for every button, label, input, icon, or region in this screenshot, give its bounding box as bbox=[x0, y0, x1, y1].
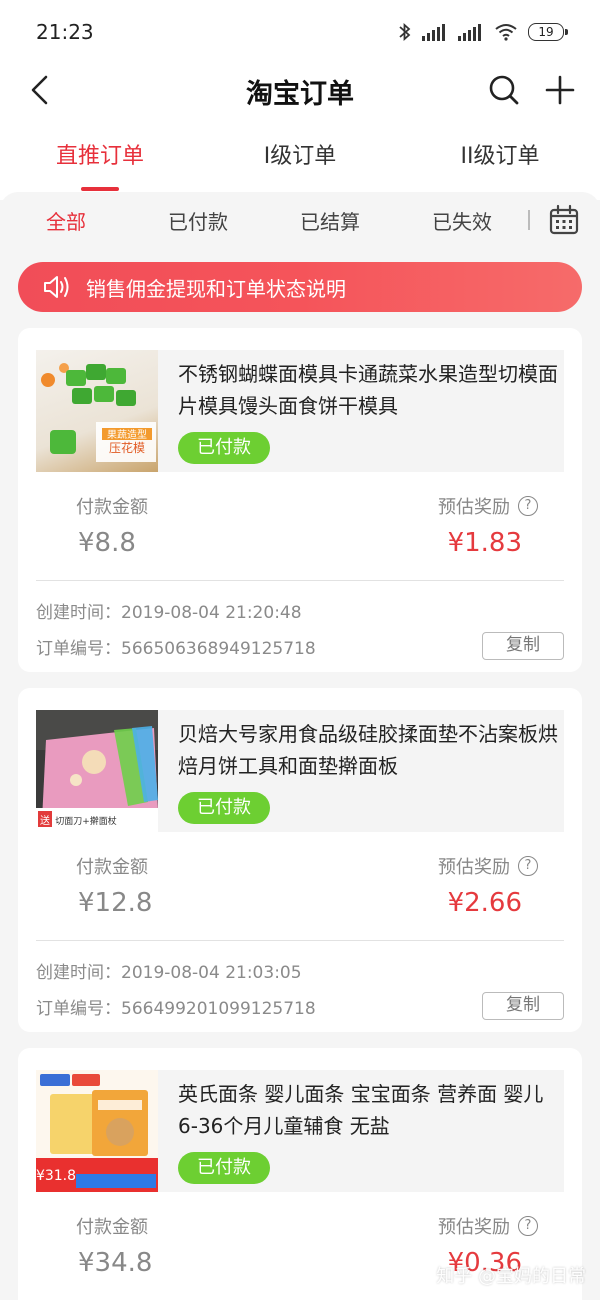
pay-amount-label: 付款金额 bbox=[76, 497, 148, 518]
add-button[interactable] bbox=[540, 70, 580, 110]
thumb-price-text: ¥31.8 bbox=[36, 1168, 76, 1184]
pay-amount-value: ¥8.8 bbox=[78, 528, 136, 558]
svg-text:压花模: 压花模 bbox=[109, 440, 145, 455]
wifi-icon bbox=[495, 24, 517, 41]
search-icon bbox=[489, 75, 519, 105]
back-button[interactable] bbox=[20, 70, 60, 110]
filter-paid[interactable]: 已付款 bbox=[132, 206, 264, 235]
est-reward-label-group: 预估奖励 ? bbox=[438, 853, 538, 879]
pay-amount-label: 付款金额 bbox=[76, 1217, 148, 1238]
product-title: 贝焙大号家用食品级硅胶揉面垫不沾案板烘焙月饼工具和面垫擀面板 bbox=[178, 722, 558, 778]
signal-icon bbox=[422, 24, 445, 41]
reward-value: ¥1.83 bbox=[447, 528, 522, 558]
product-thumbnail: 送 切面刀+擀面杖 bbox=[36, 710, 158, 832]
order-card: 压花模 果蔬造型 不锈钢蝴蝶面模具卡通蔬菜水果造型切模面片模具馒头面食饼干模具 … bbox=[18, 328, 582, 672]
svg-text:送: 送 bbox=[40, 814, 50, 827]
filter-expired[interactable]: 已失效 bbox=[396, 206, 528, 235]
tab-level2-orders[interactable]: II级订单 bbox=[400, 135, 600, 191]
notice-text: 销售佣金提现和订单状态说明 bbox=[86, 276, 346, 301]
status-time: 21:23 bbox=[36, 20, 94, 44]
pay-amount-label: 付款金额 bbox=[76, 857, 148, 878]
help-icon[interactable]: ? bbox=[518, 1216, 538, 1236]
created-time: 创建时间：2019-08-04 21:03:05 bbox=[36, 963, 302, 983]
nav-bar: 淘宝订单 bbox=[0, 60, 600, 120]
tab-direct-orders[interactable]: 直推订单 bbox=[0, 135, 200, 191]
signal-icon-2 bbox=[458, 24, 481, 41]
product-row[interactable]: 送 切面刀+擀面杖 贝焙大号家用食品级硅胶揉面垫不沾案板烘焙月饼工具和面垫擀面板… bbox=[36, 710, 564, 832]
est-reward-label-group: 预估奖励 ? bbox=[438, 1213, 538, 1239]
product-row[interactable]: ¥31.8 英氏面条 婴儿面条 宝宝面条 营养面 婴儿 6-36个月儿童辅食 无… bbox=[36, 1070, 564, 1192]
chevron-left-icon bbox=[31, 75, 48, 105]
product-row[interactable]: 压花模 果蔬造型 不锈钢蝴蝶面模具卡通蔬菜水果造型切模面片模具馒头面食饼干模具 … bbox=[36, 350, 564, 472]
est-reward-label: 预估奖励 bbox=[438, 1217, 510, 1238]
product-thumbnail: 压花模 果蔬造型 bbox=[36, 350, 158, 472]
speaker-icon bbox=[44, 276, 69, 298]
filter-divider bbox=[528, 210, 530, 230]
svg-text:切面刀+擀面杖: 切面刀+擀面杖 bbox=[55, 815, 117, 827]
status-badge-paid: 已付款 bbox=[178, 1152, 270, 1184]
plus-icon bbox=[545, 75, 575, 105]
bluetooth-icon bbox=[399, 22, 411, 42]
product-title: 英氏面条 婴儿面条 宝宝面条 营养面 婴儿 6-36个月儿童辅食 无盐 bbox=[178, 1082, 544, 1138]
divider bbox=[36, 580, 564, 581]
pay-amount-value: ¥12.8 bbox=[78, 888, 153, 918]
order-level-tabs: 直推订单 I级订单 II级订单 bbox=[0, 135, 600, 191]
filter-settled[interactable]: 已结算 bbox=[264, 206, 396, 235]
product-image: 送 切面刀+擀面杖 bbox=[36, 710, 158, 832]
watermark-text: 知乎 @宝妈的日常 bbox=[436, 1266, 586, 1287]
reward-value: ¥2.66 bbox=[447, 888, 522, 918]
status-badge-paid: 已付款 bbox=[178, 792, 270, 824]
battery-icon: 19 bbox=[528, 23, 568, 41]
created-time: 创建时间：2019-08-04 21:20:48 bbox=[36, 603, 302, 623]
filter-all[interactable]: 全部 bbox=[0, 206, 132, 235]
status-filter-bar: 全部 已付款 已结算 已失效 bbox=[0, 192, 600, 248]
order-card: 送 切面刀+擀面杖 贝焙大号家用食品级硅胶揉面垫不沾案板烘焙月饼工具和面垫擀面板… bbox=[18, 688, 582, 1032]
copy-button[interactable]: 复制 bbox=[482, 632, 564, 660]
order-number: 订单编号：566506368949125718 bbox=[36, 639, 316, 659]
product-image: 压花模 果蔬造型 bbox=[41, 363, 156, 462]
commission-notice-banner[interactable]: 销售佣金提现和订单状态说明 bbox=[18, 262, 582, 312]
product-image: ¥31.8 bbox=[36, 1070, 158, 1192]
search-button[interactable] bbox=[484, 70, 524, 110]
order-number: 订单编号：566499201099125718 bbox=[36, 999, 316, 1019]
product-title: 不锈钢蝴蝶面模具卡通蔬菜水果造型切模面片模具馒头面食饼干模具 bbox=[178, 362, 558, 418]
product-thumbnail: ¥31.8 bbox=[36, 1070, 158, 1192]
status-badge-paid: 已付款 bbox=[178, 432, 270, 464]
help-icon[interactable]: ? bbox=[518, 856, 538, 876]
pay-amount-value: ¥34.8 bbox=[78, 1248, 153, 1278]
help-icon[interactable]: ? bbox=[518, 496, 538, 516]
tab-level1-orders[interactable]: I级订单 bbox=[200, 135, 400, 191]
copy-button[interactable]: 复制 bbox=[482, 992, 564, 1020]
svg-text:果蔬造型: 果蔬造型 bbox=[107, 428, 147, 441]
est-reward-label-group: 预估奖励 ? bbox=[438, 493, 538, 519]
divider bbox=[36, 940, 564, 941]
est-reward-label: 预估奖励 bbox=[438, 857, 510, 878]
calendar-icon[interactable] bbox=[548, 204, 580, 236]
status-icons: 19 bbox=[398, 22, 568, 42]
est-reward-label: 预估奖励 bbox=[438, 497, 510, 518]
status-bar: 21:23 19 bbox=[0, 0, 600, 64]
